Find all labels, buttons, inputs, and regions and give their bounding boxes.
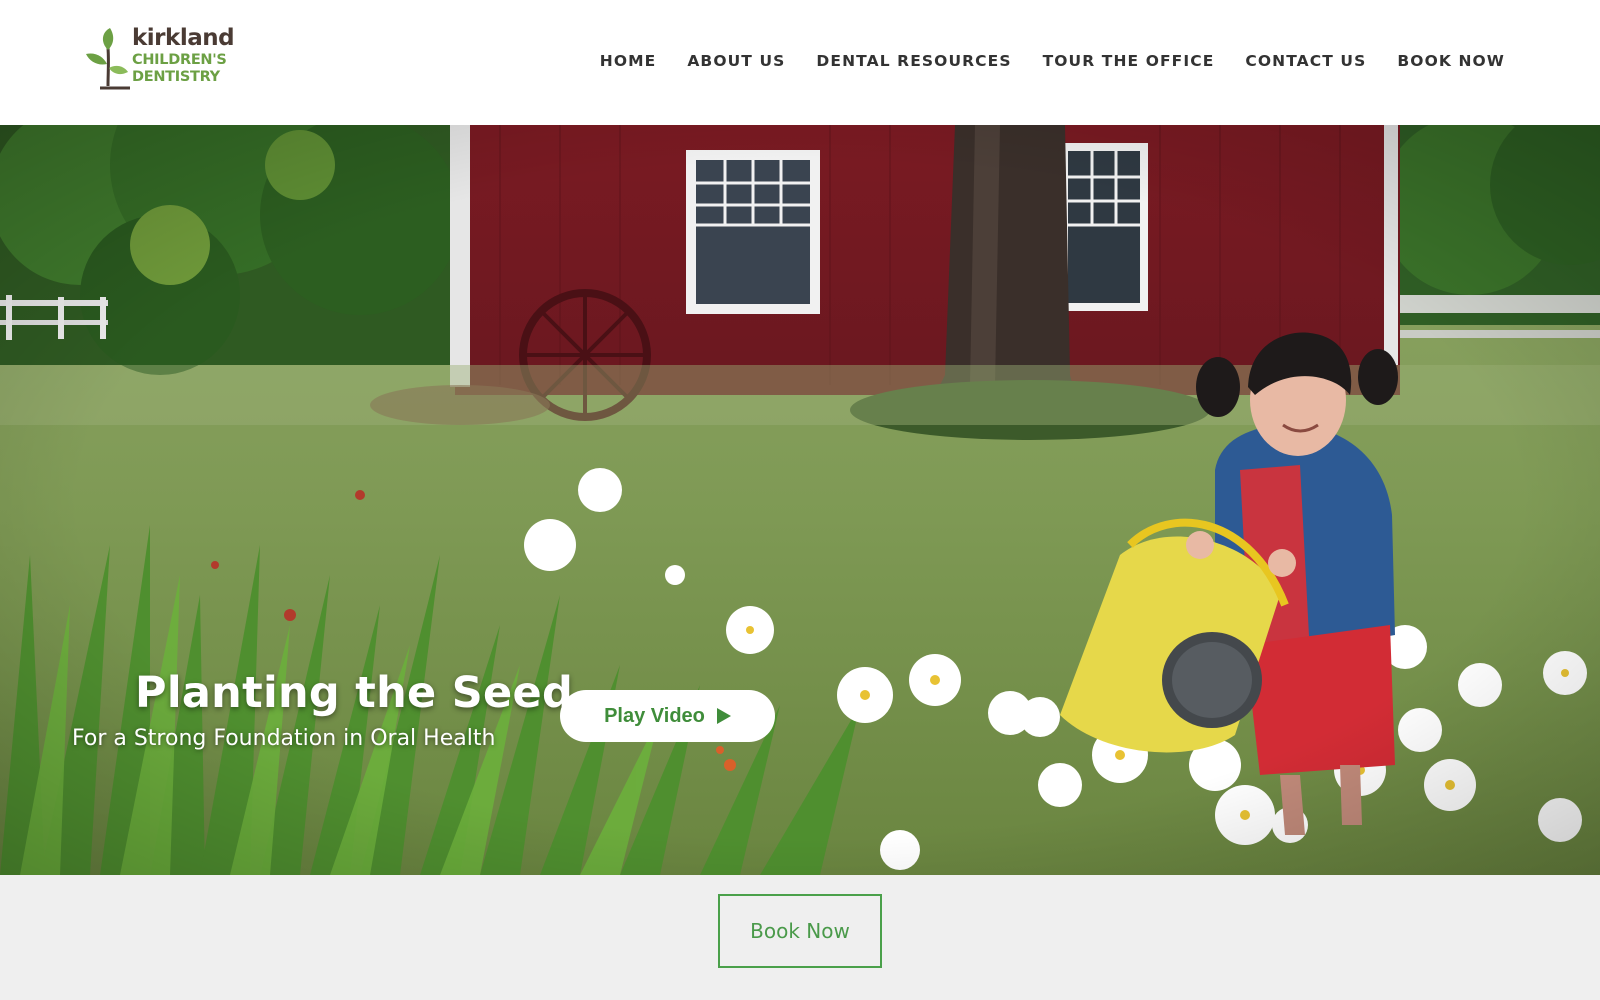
hero-title: Planting the Seed [135,668,574,718]
logo-text-dentistry: DENTISTRY [132,69,220,85]
play-video-label: Play Video [604,704,705,727]
nav-link-home[interactable]: HOME [600,51,657,71]
book-now-button[interactable]: Book Now [718,894,882,968]
hero-subtitle: For a Strong Foundation in Oral Health [72,726,496,751]
logo-text-kirkland: kirkland [132,25,235,51]
nav-link-dental-resources[interactable]: DENTAL RESOURCES [816,51,1011,71]
play-video-button[interactable]: Play Video [560,690,775,742]
nav-link-about-us[interactable]: ABOUT US [687,51,785,71]
nav-link-contact-us[interactable]: CONTACT US [1245,51,1366,71]
site-logo[interactable]: kirkland CHILDREN'S DENTISTRY [86,26,236,92]
site-header: kirkland CHILDREN'S DENTISTRY HOME ABOUT… [0,0,1600,125]
hero-banner: Planting the Seed For a Strong Foundatio… [0,125,1600,875]
main-nav: HOME ABOUT US DENTAL RESOURCES TOUR THE … [600,51,1505,71]
hero-background-image [0,125,1600,875]
play-triangle-icon [716,708,731,724]
nav-link-tour-the-office[interactable]: TOUR THE OFFICE [1043,51,1215,71]
nav-link-book-now[interactable]: BOOK NOW [1397,51,1505,71]
sprout-logo-icon [86,28,130,90]
cta-band: Book Now [0,875,1600,1000]
logo-text-childrens: CHILDREN'S [132,52,227,68]
